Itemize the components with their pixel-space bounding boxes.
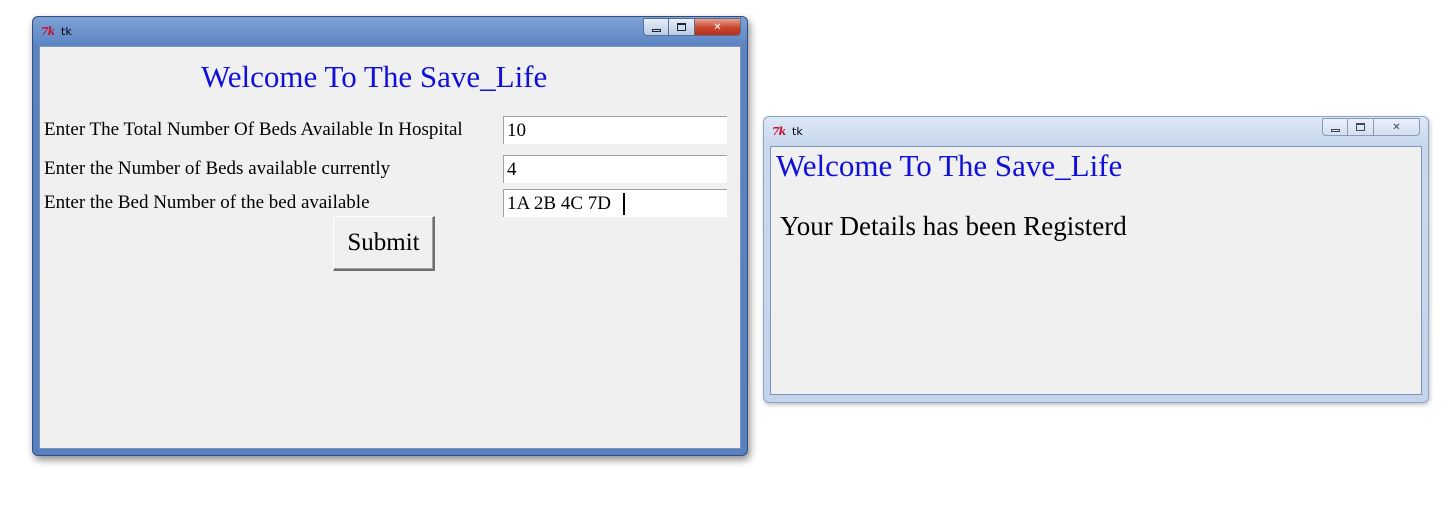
close-icon: ✕ — [713, 21, 722, 33]
maximize-icon — [1356, 123, 1365, 131]
minimize-button[interactable] — [643, 18, 669, 36]
page-title: Welcome To The Save_Life — [201, 59, 548, 94]
form-client-area: Welcome To The Save_Life Enter The Total… — [39, 46, 741, 449]
minimize-button[interactable] — [1322, 118, 1348, 136]
minimize-icon — [1330, 128, 1340, 132]
maximize-icon — [677, 23, 686, 31]
bed-number-input[interactable] — [503, 189, 727, 217]
window-title: tk — [792, 125, 803, 138]
status-message: Your Details has been Registerd — [780, 211, 1127, 241]
current-beds-label: Enter the Number of Beds available curre… — [44, 158, 391, 179]
bed-number-label: Enter the Bed Number of the bed availabl… — [44, 192, 370, 213]
caption-buttons: ✕ — [1322, 118, 1420, 136]
maximize-button[interactable] — [1348, 118, 1374, 136]
confirmation-client-area: Welcome To The Save_Life Your Details ha… — [770, 146, 1422, 395]
close-button[interactable]: ✕ — [1374, 118, 1420, 136]
total-beds-input[interactable] — [503, 116, 727, 144]
form-window: 7k tk ✕ Welcome To The Save_Life Enter T… — [32, 16, 748, 456]
title-bar[interactable]: 7k tk ✕ — [764, 117, 1428, 145]
tk-feather-icon: 7k — [41, 25, 55, 38]
text-caret — [623, 193, 625, 215]
close-icon: ✕ — [1392, 121, 1401, 133]
current-beds-input[interactable] — [503, 155, 727, 183]
close-button[interactable]: ✕ — [695, 18, 741, 36]
confirmation-window: 7k tk ✕ Welcome To The Save_Life Your De… — [763, 116, 1429, 403]
tk-feather-icon: 7k — [772, 125, 786, 138]
window-title: tk — [61, 25, 72, 38]
total-beds-label: Enter The Total Number Of Beds Available… — [44, 119, 463, 140]
caption-buttons: ✕ — [643, 18, 741, 36]
page-title: Welcome To The Save_Life — [776, 148, 1123, 183]
title-bar[interactable]: 7k tk ✕ — [33, 17, 747, 45]
submit-button[interactable]: Submit — [333, 216, 435, 271]
minimize-icon — [651, 28, 661, 32]
maximize-button[interactable] — [669, 18, 695, 36]
